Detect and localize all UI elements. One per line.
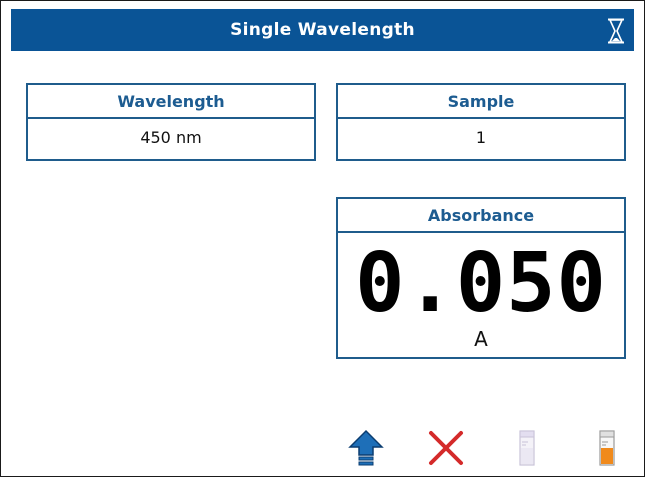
sample-vial-icon (519, 430, 535, 466)
wavelength-label: Wavelength (28, 85, 314, 119)
window-title: Single Wavelength (230, 20, 415, 40)
up-button[interactable] (344, 426, 388, 470)
cancel-button[interactable] (424, 426, 468, 470)
up-arrow-icon (348, 429, 384, 466)
sample-vial-button[interactable] (505, 426, 549, 470)
absorbance-panel: Absorbance 0.050 A (336, 197, 626, 359)
wavelength-value: 450 nm (140, 127, 202, 147)
sample-value: 1 (475, 127, 487, 147)
absorbance-value: 0.050 (355, 236, 607, 331)
sample-panel[interactable]: Sample 1 (336, 83, 626, 161)
absorbance-label: Absorbance (338, 199, 624, 233)
blank-vial-button[interactable] (585, 426, 629, 470)
cancel-x-icon (429, 431, 463, 465)
title-bar: Single Wavelength (11, 9, 634, 51)
hourglass-icon (608, 18, 624, 44)
blank-vial-icon (599, 430, 615, 466)
wavelength-panel[interactable]: Wavelength 450 nm (26, 83, 316, 161)
sample-label: Sample (338, 85, 624, 119)
